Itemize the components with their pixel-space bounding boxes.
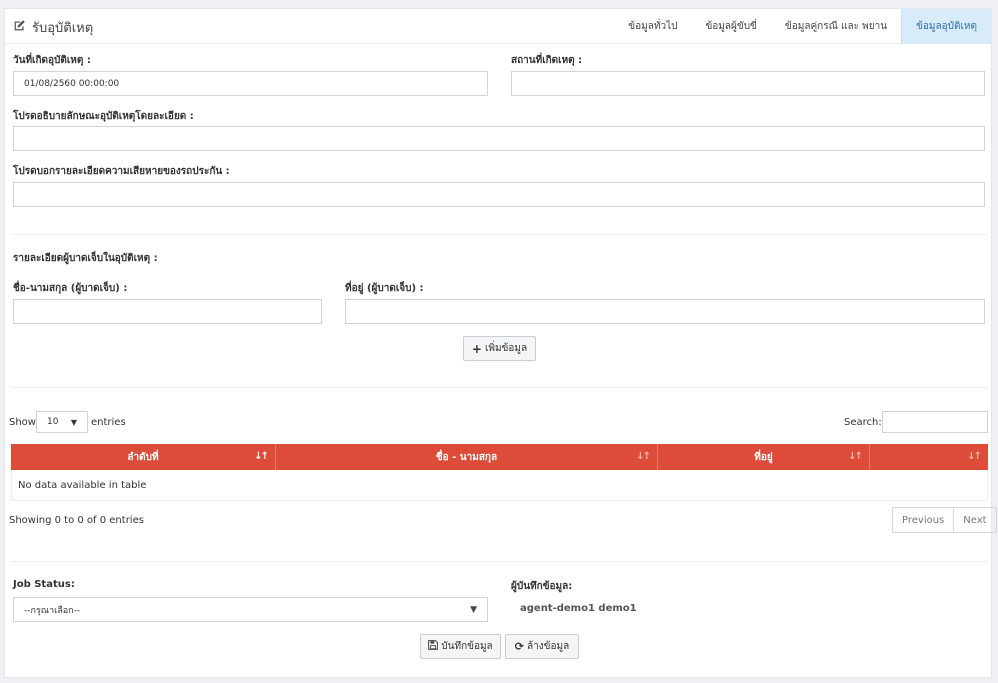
plus-icon: +	[471, 341, 482, 356]
search-input[interactable]	[882, 411, 988, 433]
sort-asc-icon: ↓↑	[254, 451, 269, 462]
pagination: Previous Next	[892, 507, 997, 533]
recorder-label: ผู้บันทึกข้อมูล:	[511, 581, 573, 592]
previous-page-button[interactable]: Previous	[893, 508, 955, 532]
sort-icon: ↓↑	[636, 451, 651, 462]
column-header-label: ชื่อ - นามสกุล	[435, 451, 498, 463]
divider	[11, 387, 987, 388]
clear-button-label: ล้างข้อมูล	[527, 641, 570, 652]
recorder-value: agent-demo1 demo1	[520, 603, 637, 614]
column-header-order[interactable]: ลำดับที่ ↓↑	[11, 444, 276, 470]
divider	[11, 234, 987, 235]
save-button[interactable]: บันทึกข้อมูล	[420, 634, 501, 659]
add-injured-button[interactable]: + เพิ่มข้อมูล	[463, 336, 536, 361]
injured-address-label: ที่อยู่ (ผู้บาดเจ็บ) :	[345, 283, 424, 294]
search-label: Search:	[844, 417, 882, 428]
add-injured-button-label: เพิ่มข้อมูล	[484, 343, 528, 354]
column-header-label: ที่อยู่	[754, 451, 773, 463]
injured-name-label: ชื่อ-นามสกุล (ผู้บาดเจ็บ) :	[13, 283, 128, 294]
accident-date-label: วันที่เกิดอุบัติเหตุ :	[13, 55, 91, 66]
accident-place-input[interactable]	[511, 71, 985, 96]
sort-icon: ↓↑	[967, 451, 982, 462]
empty-table-message: No data available in table	[11, 470, 988, 501]
damage-label: โปรดบอกรายละเอียดความเสียหายของรถประกัน …	[13, 166, 230, 177]
damage-input[interactable]	[13, 182, 985, 207]
accident-date-input[interactable]: 01/08/2560 00:00:00	[13, 71, 488, 96]
page-title-text: รับอุบัติเหตุ	[32, 21, 94, 36]
next-page-button[interactable]: Next	[954, 508, 995, 532]
description-label: โปรดอธิบายลักษณะอุบัติเหตุโดยละเอียด :	[13, 111, 194, 122]
description-input[interactable]	[13, 126, 985, 151]
column-header-label: ลำดับที่	[127, 451, 159, 463]
injured-section-label: รายละเอียดผู้บาดเจ็บในอุบัติเหตุ :	[13, 253, 158, 264]
tab-bar: ข้อมูลทั่วไป ข้อมูลผู้ขับขี่ ข้อมูลคู่กร…	[614, 9, 991, 44]
page-title: รับอุบัติเหตุ	[13, 17, 93, 38]
page-size-value: 10	[47, 417, 59, 427]
edit-icon	[13, 19, 26, 36]
page-size-select[interactable]: 10 ▼	[36, 411, 88, 433]
injured-address-input[interactable]	[345, 299, 985, 324]
accident-place-label: สถานที่เกิดเหตุ :	[511, 55, 583, 66]
tab-general[interactable]: ข้อมูลทั่วไป	[614, 9, 691, 44]
column-header-name[interactable]: ชื่อ - นามสกุล ↓↑	[276, 444, 658, 470]
entries-label: entries	[91, 417, 126, 428]
save-icon	[428, 640, 439, 653]
save-button-label: บันทึกข้อมูล	[441, 641, 493, 652]
chevron-down-icon: ▼	[470, 604, 477, 615]
sort-icon: ↓↑	[848, 451, 863, 462]
injured-name-input[interactable]	[13, 299, 322, 324]
accident-panel: รับอุบัติเหตุ ข้อมูลทั่วไป ข้อมูลผู้ขับข…	[4, 8, 997, 678]
table-info: Showing 0 to 0 of 0 entries	[9, 515, 144, 526]
column-header-actions[interactable]: ↓↑	[870, 444, 988, 470]
table-header: ลำดับที่ ↓↑ ชื่อ - นามสกุล ↓↑ ที่อยู่ ↓↑…	[11, 444, 988, 470]
show-label: Show	[9, 417, 36, 428]
refresh-icon: ⟳	[514, 640, 525, 653]
tab-counterparty-witness[interactable]: ข้อมูลคู่กรณี และ พยาน	[771, 9, 901, 44]
panel-header: รับอุบัติเหตุ ข้อมูลทั่วไป ข้อมูลผู้ขับข…	[5, 9, 991, 44]
job-status-label: Job Status:	[13, 579, 75, 590]
chevron-down-icon: ▼	[70, 417, 77, 427]
tab-driver[interactable]: ข้อมูลผู้ขับขี่	[691, 9, 770, 44]
injured-table: ลำดับที่ ↓↑ ชื่อ - นามสกุล ↓↑ ที่อยู่ ↓↑…	[11, 444, 988, 501]
divider	[11, 561, 987, 562]
job-status-select[interactable]: --กรุณาเลือก-- ▼	[13, 597, 488, 622]
column-header-address[interactable]: ที่อยู่ ↓↑	[658, 444, 870, 470]
tab-accident-info[interactable]: ข้อมูลอุบัติเหตุ	[901, 9, 991, 44]
clear-button[interactable]: ⟳ ล้างข้อมูล	[505, 634, 579, 659]
job-status-selected: --กรุณาเลือก--	[24, 605, 81, 616]
